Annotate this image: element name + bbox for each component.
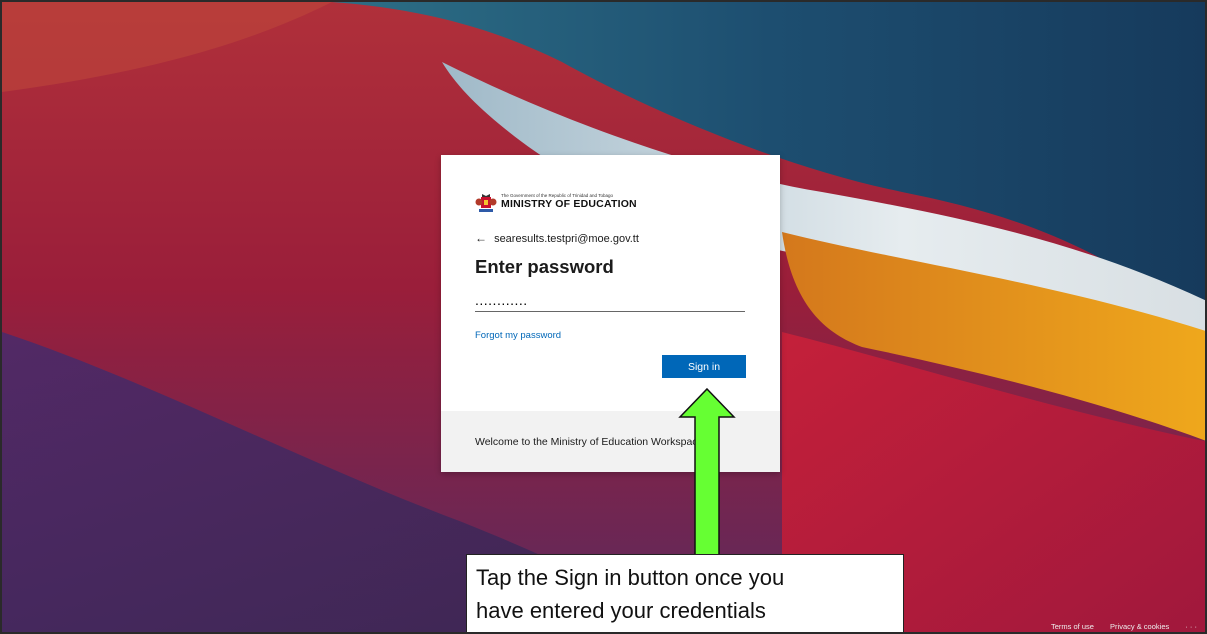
welcome-message: Welcome to the Ministry of Education Wor… [475, 436, 707, 448]
login-card-body: The Government of the Republic of Trinid… [441, 155, 780, 411]
callout-line-2: have entered your credentials [476, 598, 766, 623]
screenshot-frame: The Government of the Republic of Trinid… [0, 0, 1207, 634]
coat-of-arms-icon [475, 194, 497, 212]
password-input[interactable] [475, 289, 745, 312]
callout-line-1: Tap the Sign in button once you [476, 565, 785, 590]
terms-of-use-link[interactable]: Terms of use [1051, 622, 1094, 631]
ministry-logo: The Government of the Republic of Trinid… [475, 192, 675, 216]
forgot-password-link[interactable]: Forgot my password [475, 330, 561, 341]
back-arrow-icon: ← [475, 231, 487, 245]
more-options-icon[interactable]: · · · [1185, 622, 1197, 631]
logo-title: MINISTRY OF EDUCATION [501, 198, 637, 210]
page-title: Enter password [475, 256, 614, 277]
privacy-cookies-link[interactable]: Privacy & cookies [1110, 622, 1169, 631]
back-to-email-button[interactable]: ← searesults.testpri@moe.gov.tt [475, 231, 639, 245]
account-email: searesults.testpri@moe.gov.tt [494, 233, 639, 245]
sign-in-button[interactable]: Sign in [662, 355, 746, 378]
green-up-arrow-icon [678, 387, 736, 556]
instruction-callout: Tap the Sign in button once you have ent… [466, 554, 904, 632]
page-footer-links: Terms of use Privacy & cookies · · · [1037, 622, 1197, 631]
